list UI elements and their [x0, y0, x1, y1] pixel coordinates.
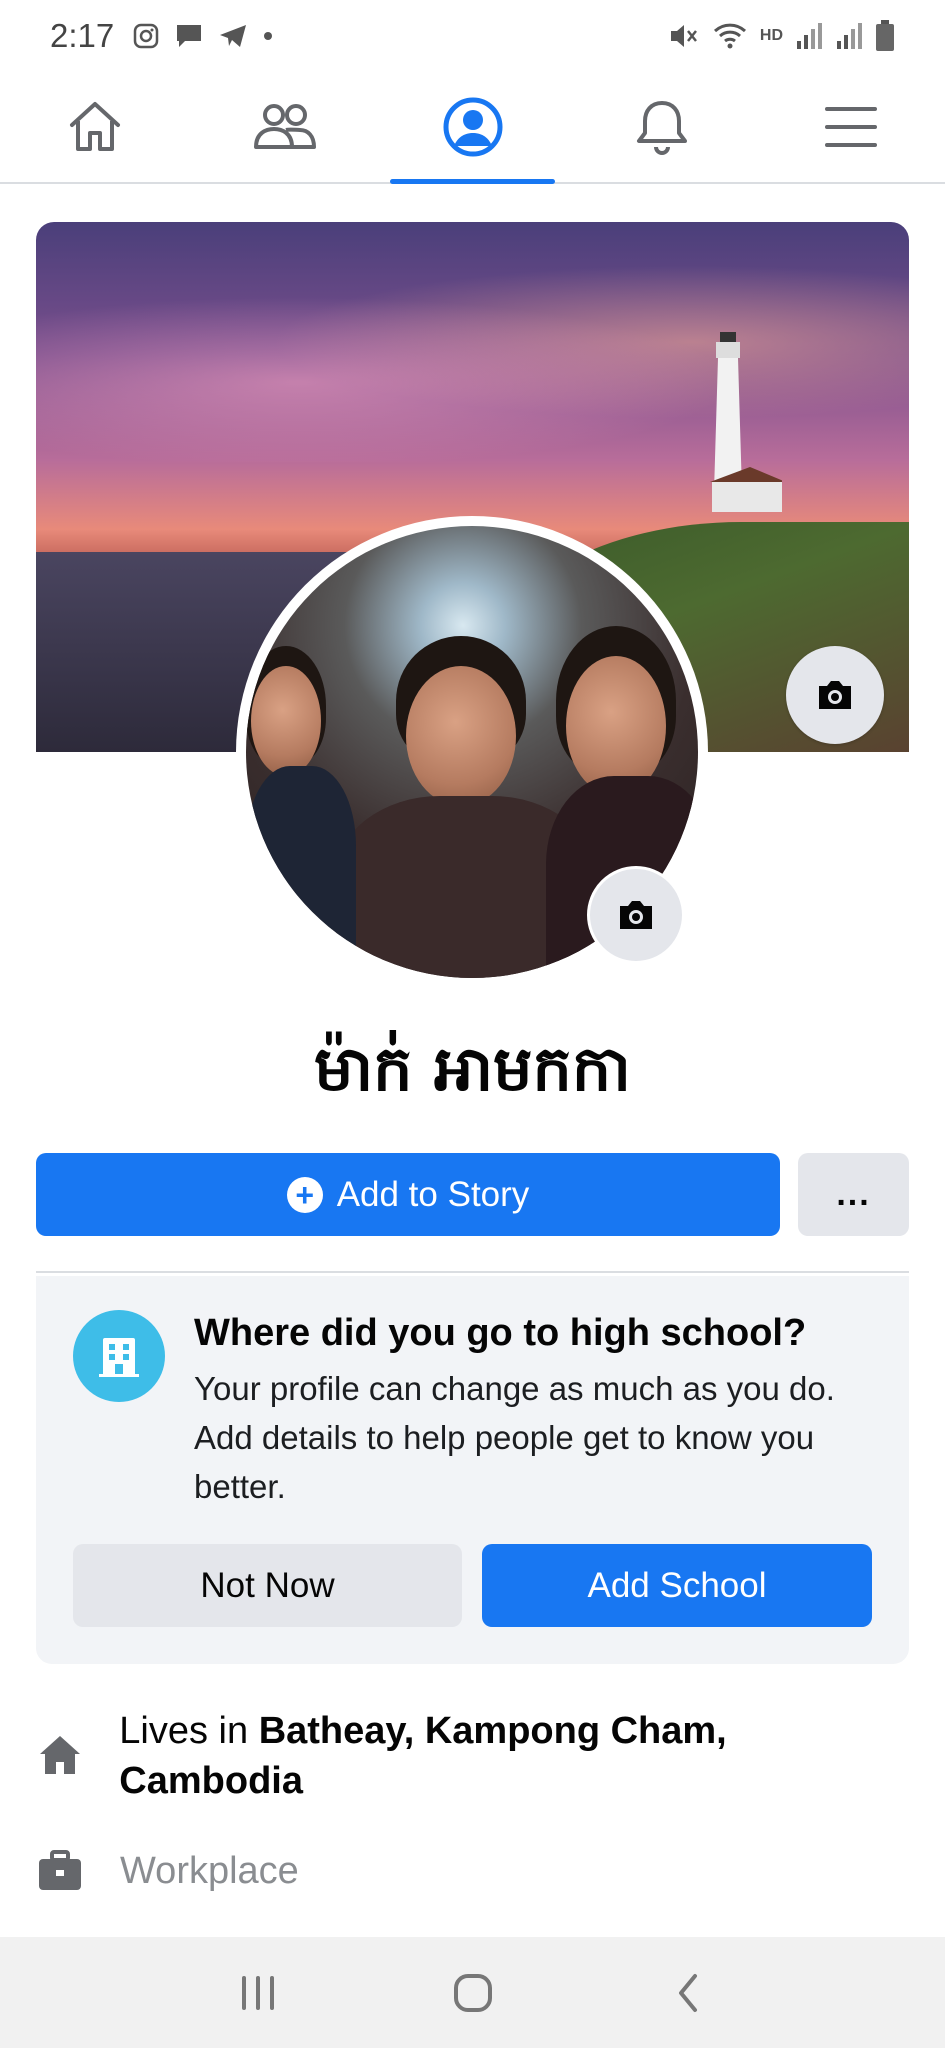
wifi-icon — [713, 23, 746, 49]
house-icon — [36, 1706, 83, 1806]
school-prompt-card: Where did you go to high school? Your pr… — [36, 1276, 909, 1664]
not-now-button[interactable]: Not Now — [73, 1544, 462, 1627]
divider — [36, 1271, 909, 1273]
recents-button[interactable] — [218, 1953, 298, 2033]
avatar-face — [566, 656, 666, 796]
tab-menu[interactable] — [756, 72, 945, 182]
status-right-icons: HD — [668, 20, 895, 52]
more-icon: ... — [836, 1175, 871, 1213]
detail-lives-in[interactable]: Lives in Batheay, Kampong Cham, Cambodia — [36, 1706, 909, 1806]
avatar-face — [251, 666, 321, 776]
android-nav-bar — [0, 1937, 945, 2048]
home-button[interactable] — [433, 1953, 513, 2033]
workplace-label: Workplace — [120, 1850, 299, 1892]
top-nav — [0, 72, 945, 184]
signal-icon — [837, 23, 862, 49]
home-circle-icon — [453, 1973, 492, 2012]
telegram-icon — [220, 25, 247, 47]
school-icon — [73, 1310, 165, 1402]
add-to-story-button[interactable]: + Add to Story — [36, 1153, 780, 1236]
detail-workplace[interactable]: Workplace — [36, 1846, 909, 1896]
lives-in-prefix: Lives in — [119, 1710, 259, 1752]
status-bar: 2:17 HD — [0, 0, 945, 72]
camera-icon — [620, 901, 652, 929]
home-icon — [69, 102, 120, 151]
avatar-face — [406, 666, 516, 806]
tab-profile[interactable] — [378, 72, 567, 184]
add-school-label: Add School — [587, 1565, 767, 1605]
status-left-icons — [132, 22, 274, 50]
camera-icon — [819, 681, 851, 709]
back-icon — [678, 1973, 697, 2012]
menu-icon — [824, 107, 877, 147]
tab-notifications[interactable] — [567, 72, 756, 182]
instagram-icon — [133, 23, 159, 49]
briefcase-icon — [36, 1846, 84, 1896]
mute-icon — [670, 25, 697, 47]
back-button[interactable] — [648, 1953, 728, 2033]
add-school-button[interactable]: Add School — [482, 1544, 872, 1627]
battery-icon — [876, 20, 894, 51]
profile-name: ម៉ាក់ អាមកកា — [314, 1032, 631, 1105]
network-label: HD — [759, 27, 783, 44]
prompt-body: Your profile can change as much as you d… — [194, 1370, 835, 1505]
prompt-title: Where did you go to high school? — [194, 1312, 807, 1354]
edit-cover-button[interactable] — [786, 646, 884, 744]
plus-circle-icon: + — [286, 1176, 323, 1213]
edit-avatar-button[interactable] — [587, 866, 685, 964]
not-now-label: Not Now — [200, 1565, 335, 1605]
lighthouse-image — [710, 332, 782, 512]
tab-home[interactable] — [0, 72, 189, 182]
status-time: 2:17 — [50, 17, 115, 54]
bell-icon — [636, 101, 687, 155]
recents-icon — [241, 1975, 274, 2010]
profile-icon — [443, 97, 502, 157]
more-options-button[interactable]: ... — [798, 1153, 909, 1236]
signal-icon — [797, 23, 822, 49]
lives-in-text: Lives in Batheay, Kampong Cham, Cambodia — [119, 1706, 909, 1806]
message-icon — [177, 25, 202, 47]
friends-icon — [253, 104, 316, 149]
tab-friends[interactable] — [189, 72, 378, 182]
dot-icon — [264, 32, 273, 40]
avatar-shirt — [246, 766, 356, 966]
add-to-story-label: Add to Story — [336, 1174, 530, 1214]
